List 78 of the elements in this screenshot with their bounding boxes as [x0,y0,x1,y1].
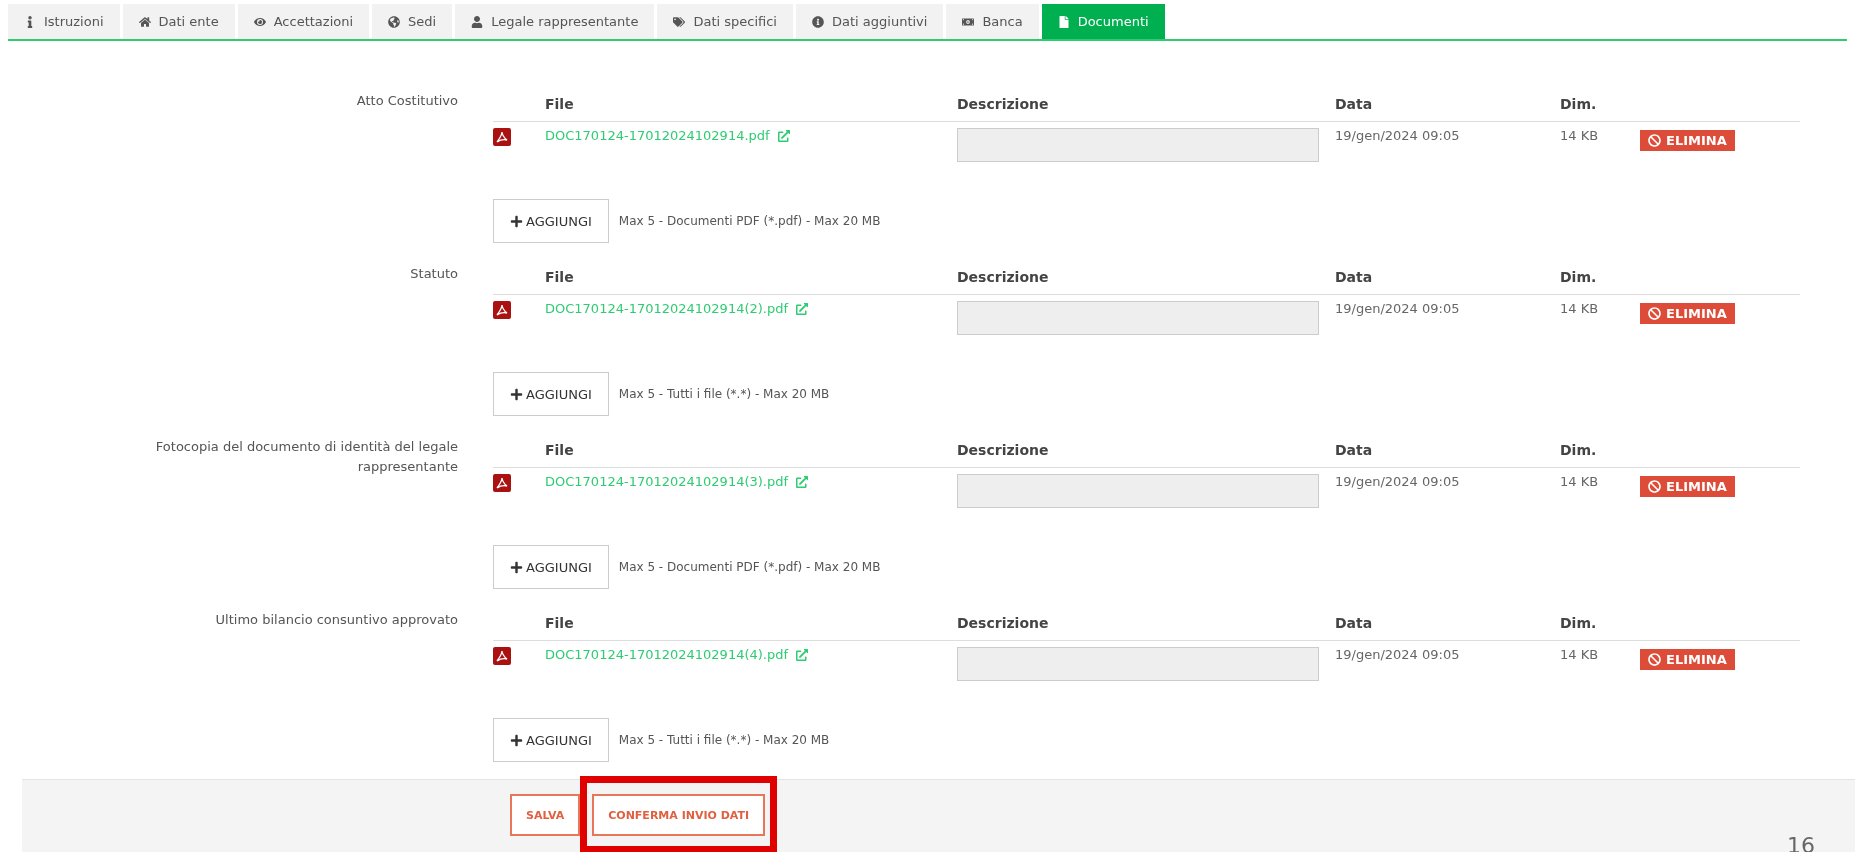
column-header: Data [1335,96,1374,112]
tab[interactable]: Istruzioni [8,4,120,39]
column-header: File [545,442,575,458]
eye-icon [253,15,266,28]
confirm-button[interactable]: CONFERMA INVIO DATI [592,794,766,836]
tab[interactable]: Legale rappresentante [455,4,655,39]
tab[interactable]: Dati aggiuntivi [796,4,944,39]
plus-icon [510,560,523,574]
add-button[interactable]: AGGIUNGI [493,718,609,762]
delete-button[interactable]: ELIMINA [1640,303,1735,324]
description-field[interactable] [957,474,1319,508]
tab[interactable]: Accettazioni [237,4,370,39]
file-size: 14 KB [1560,474,1600,489]
external-link-icon [796,475,809,488]
pdf-icon [493,647,511,665]
file-size: 14 KB [1560,647,1600,662]
external-link-icon [796,302,809,315]
user-icon [471,15,484,28]
pdf-icon [493,474,511,492]
field-label: Atto Costitutivo [356,92,458,110]
column-header: Data [1335,442,1374,458]
ban-icon [1648,653,1661,666]
save-button[interactable]: SALVA [510,794,581,836]
plus-icon [510,387,523,401]
delete-button[interactable]: ELIMINA [1640,649,1735,670]
tab[interactable]: Dati specifici [657,4,793,39]
delete-button[interactable]: ELIMINA [1640,130,1735,151]
add-button[interactable]: AGGIUNGI [493,199,609,243]
column-header: File [545,269,575,285]
upload-hint: Max 5 - Tutti i file (*.*) - Max 20 MB [618,733,830,747]
column-header: Data [1335,269,1374,285]
add-button[interactable]: AGGIUNGI [493,372,609,416]
column-header: Data [1335,615,1374,631]
home-icon [138,15,151,28]
ban-icon [1648,134,1661,147]
column-header: Descrizione [957,442,1050,458]
banknote-icon [962,15,975,28]
file-date: 19/gen/2024 09:05 [1335,474,1461,489]
column-header: Dim. [1560,615,1598,631]
column-header: Dim. [1560,96,1598,112]
add-button[interactable]: AGGIUNGI [493,545,609,589]
column-header: File [545,96,575,112]
file-icon [1057,15,1070,28]
tab[interactable]: Sedi [372,4,453,39]
field-label: Statuto [410,265,458,283]
file-date: 19/gen/2024 09:05 [1335,301,1461,316]
upload-hint: Max 5 - Documenti PDF (*.pdf) - Max 20 MB [618,214,881,228]
upload-hint: Max 5 - Tutti i file (*.*) - Max 20 MB [618,387,830,401]
tags-icon [673,15,686,28]
file-date: 19/gen/2024 09:05 [1335,647,1461,662]
info-icon [812,15,824,28]
plus-icon [510,214,523,228]
tab[interactable]: Dati ente [122,4,235,39]
file-size: 14 KB [1560,128,1600,143]
column-header: Dim. [1560,269,1598,285]
description-field[interactable] [957,301,1319,335]
upload-hint: Max 5 - Documenti PDF (*.pdf) - Max 20 MB [618,560,881,574]
field-label: Fotocopia del documento di identità del legale rappresentante [154,438,458,476]
ban-icon [1648,307,1661,320]
delete-button[interactable]: ELIMINA [1640,476,1735,497]
external-link-icon [796,648,809,661]
column-header: File [545,615,575,631]
external-link-icon [777,129,790,142]
globe-icon [388,15,401,28]
column-header: Descrizione [957,96,1050,112]
description-field[interactable] [957,647,1319,681]
file-date: 19/gen/2024 09:05 [1335,128,1461,143]
field-label: Ultimo bilancio consuntivo approvato [215,611,458,629]
column-header: Dim. [1560,442,1598,458]
column-header: Descrizione [957,269,1050,285]
column-header: Descrizione [957,615,1050,631]
pdf-icon [493,301,511,319]
description-field[interactable] [957,128,1319,162]
tab[interactable]: Banca [946,4,1039,39]
plus-icon [510,733,523,747]
pdf-icon [493,128,511,146]
file-size: 14 KB [1560,301,1600,316]
ban-icon [1648,480,1661,493]
